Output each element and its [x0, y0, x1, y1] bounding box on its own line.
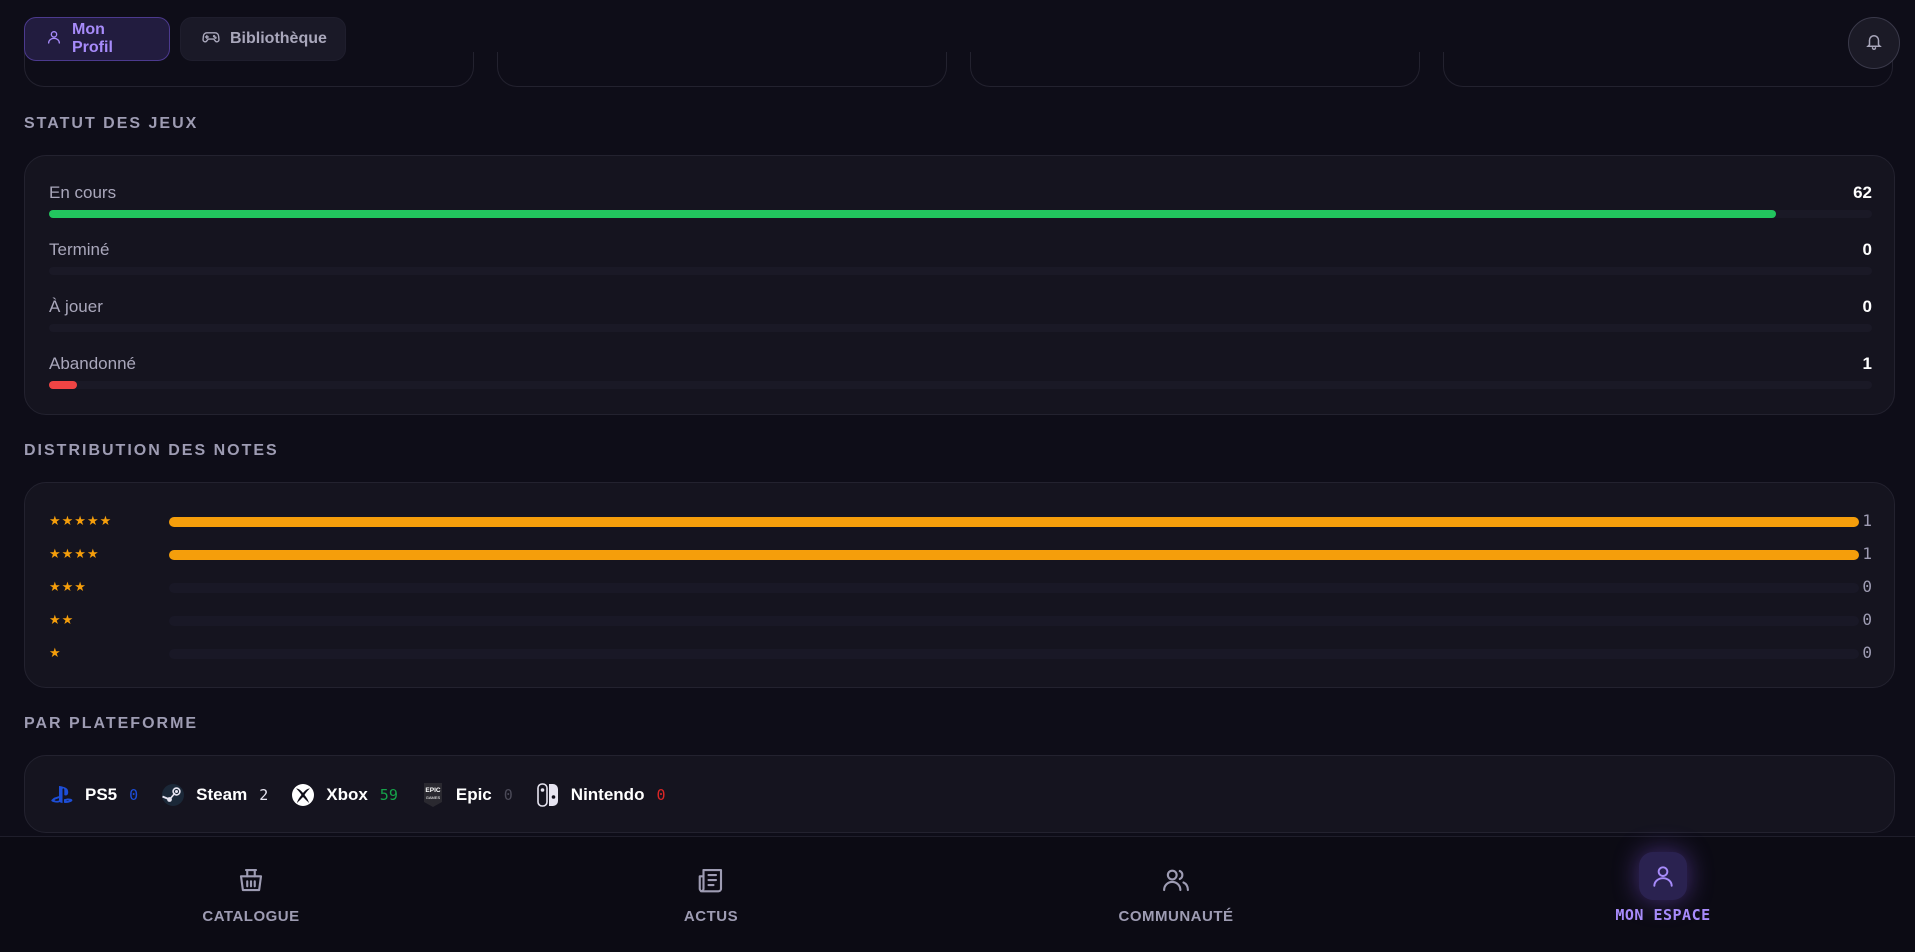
status-row-a-jouer: À jouer 0: [49, 297, 1872, 347]
platform-name: Nintendo: [570, 785, 645, 804]
tab-label: Mon Profil: [72, 21, 113, 56]
status-label: À jouer: [49, 297, 103, 316]
playstation-icon: [49, 782, 75, 808]
nav-label: CATALOGUE: [202, 908, 300, 925]
status-count: 1: [1862, 354, 1872, 373]
stars-2: ★★: [49, 612, 75, 627]
status-label: Terminé: [49, 240, 110, 259]
steam-icon: [160, 782, 186, 808]
rating-count: 1: [1862, 544, 1872, 563]
stat-card: [970, 52, 1420, 87]
nav-catalogue[interactable]: CATALOGUE: [151, 837, 351, 952]
status-fill: [49, 381, 77, 389]
status-count: 62: [1853, 183, 1872, 202]
platform-name: Xbox: [326, 785, 368, 804]
notifications-button[interactable]: [1848, 17, 1900, 69]
platform-name: Steam: [196, 785, 248, 804]
nav-label: MON ESPACE: [1615, 906, 1711, 924]
stars-3: ★★★: [49, 579, 87, 594]
svg-text:GAMES: GAMES: [426, 795, 441, 800]
platform-epic[interactable]: EPIC GAMES Epic 0: [420, 782, 513, 808]
status-row-termine: Terminé 0: [49, 240, 1872, 290]
nav-label: ACTUS: [683, 908, 739, 925]
rating-count: 0: [1862, 577, 1872, 596]
status-track: [49, 267, 1872, 275]
platforms-card: PS5 0 Steam 2 Xbox 59 EPICGAMES Epic 0: [24, 755, 1895, 833]
tab-bibliotheque[interactable]: Bibliothèque: [180, 17, 346, 61]
section-title-ratings: DISTRIBUTION DES NOTES: [24, 442, 279, 459]
platform-count: 0: [129, 786, 139, 804]
rating-track: [169, 616, 1859, 626]
rating-track: [169, 583, 1859, 593]
section-title-platforms: PAR PLATEFORME: [24, 715, 199, 732]
stars-5: ★★★★★: [49, 513, 113, 528]
status-count: 0: [1862, 297, 1872, 316]
tab-label: Bibliothèque: [230, 30, 327, 47]
status-card: En cours 62 Terminé 0 À jouer 0 Abandonn…: [24, 155, 1895, 415]
rating-row-2: ★★ 0: [49, 610, 1872, 630]
platform-name: PS5: [85, 785, 118, 804]
status-fill: [49, 210, 1776, 218]
nav-mon-espace[interactable]: MON ESPACE: [1563, 837, 1763, 952]
nav-label: COMMUNAUTÉ: [1118, 908, 1234, 925]
status-label: En cours: [49, 183, 117, 202]
rating-row-5: ★★★★★ 1: [49, 511, 1872, 531]
platform-count: 0: [503, 786, 513, 804]
platform-xbox[interactable]: Xbox 59: [290, 782, 398, 808]
nintendo-switch-icon: [535, 782, 561, 808]
rating-track: [169, 550, 1859, 560]
rating-fill: [169, 550, 1859, 560]
rating-row-1: ★ 0: [49, 643, 1872, 663]
rating-track: [169, 649, 1859, 659]
status-label: Abandonné: [49, 354, 136, 373]
platform-steam[interactable]: Steam 2: [160, 782, 268, 808]
status-track: [49, 324, 1872, 332]
stars-1: ★: [49, 645, 62, 660]
shopping-basket-icon: [236, 865, 266, 895]
platform-count: 2: [259, 786, 269, 804]
rating-count: 0: [1862, 610, 1872, 629]
bottom-navigation: CATALOGUE ACTUS COMMUNAUTÉ MON ESPACE: [0, 836, 1915, 952]
rating-fill: [169, 517, 1859, 527]
status-row-en-cours: En cours 62: [49, 183, 1872, 233]
platform-nintendo[interactable]: Nintendo 0: [535, 782, 666, 808]
user-icon: [46, 29, 62, 50]
ratings-card: ★★★★★ 1 ★★★★ 1 ★★★ 0 ★★ 0 ★ 0: [24, 482, 1895, 688]
rating-row-4: ★★★★ 1: [49, 544, 1872, 564]
top-bar: Mon Profil Bibliothèque: [0, 0, 1915, 87]
newspaper-icon: [696, 865, 726, 895]
rating-count: 1: [1862, 511, 1872, 530]
stars-4: ★★★★: [49, 546, 100, 561]
users-icon: [1161, 865, 1191, 895]
epic-games-icon: EPIC GAMES: [420, 782, 446, 808]
rating-count: 0: [1862, 643, 1872, 662]
stat-card: [497, 52, 947, 87]
section-title-status: STATUT DES JEUX: [24, 115, 199, 132]
user-icon: [1639, 852, 1687, 900]
tab-mon-profil[interactable]: Mon Profil: [24, 17, 170, 61]
status-track: [49, 210, 1872, 218]
status-row-abandonne: Abandonné 1: [49, 354, 1872, 404]
status-count: 0: [1862, 240, 1872, 259]
rating-row-3: ★★★ 0: [49, 577, 1872, 597]
rating-track: [169, 517, 1859, 527]
status-track: [49, 381, 1872, 389]
nav-communaute[interactable]: COMMUNAUTÉ: [1076, 837, 1276, 952]
gamepad-icon: [202, 29, 220, 50]
platform-count: 0: [656, 786, 666, 804]
svg-text:EPIC: EPIC: [425, 787, 440, 794]
xbox-icon: [290, 782, 316, 808]
platform-name: Epic: [455, 785, 492, 804]
bell-icon: [1865, 32, 1883, 55]
platform-count: 59: [379, 786, 398, 804]
nav-actus[interactable]: ACTUS: [611, 837, 811, 952]
platform-ps5[interactable]: PS5 0: [49, 782, 138, 808]
stat-card: [1443, 52, 1893, 87]
